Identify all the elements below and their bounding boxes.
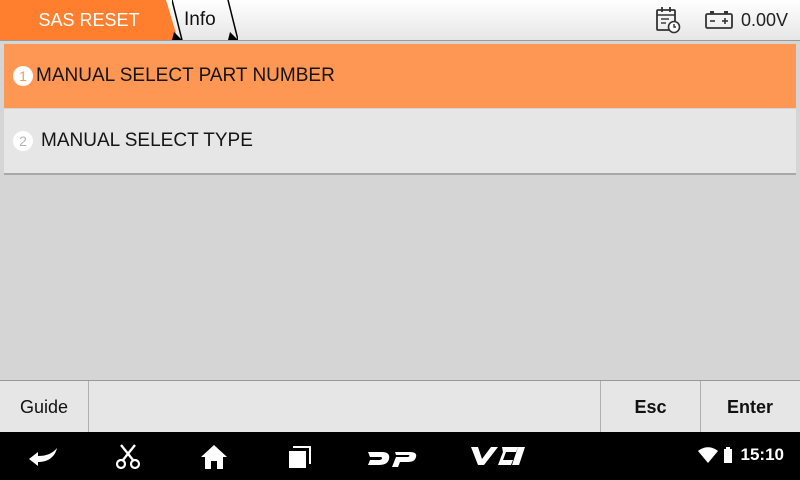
menu-item-part-number[interactable]: 1 MANUAL SELECT PART NUMBER <box>4 44 796 108</box>
menu-item-label: MANUAL SELECT TYPE <box>41 130 253 151</box>
vci-logo-icon[interactable] <box>470 445 526 467</box>
tab-sas-reset[interactable]: SAS RESET <box>0 0 178 40</box>
wifi-battery-status-icon <box>698 447 732 463</box>
menu-list: 1 MANUAL SELECT PART NUMBER 2 MANUAL SEL… <box>4 42 796 378</box>
app-window: SAS RESET Info 0.00V 1 MANUAL SELECT PAR… <box>0 0 800 433</box>
recent-apps-icon[interactable] <box>286 444 312 470</box>
battery-icon <box>705 11 733 29</box>
guide-button[interactable]: Guide <box>0 381 89 433</box>
system-nav-bar: 15:10 <box>0 432 800 480</box>
tab-info-label: Info <box>184 9 216 30</box>
menu-item-type[interactable]: 2 MANUAL SELECT TYPE <box>4 109 796 175</box>
scissors-icon[interactable] <box>114 442 142 470</box>
calendar-clock-icon[interactable] <box>655 5 681 35</box>
header-bar: SAS RESET Info 0.00V <box>0 0 800 41</box>
enter-button[interactable]: Enter <box>700 381 800 433</box>
tab-sas-reset-label: SAS RESET <box>38 10 140 30</box>
clock-time: 15:10 <box>740 445 784 464</box>
menu-item-label: MANUAL SELECT PART NUMBER <box>36 65 335 86</box>
tab-info[interactable]: Info <box>172 0 238 40</box>
dp-logo-icon[interactable] <box>366 446 418 468</box>
esc-button[interactable]: Esc <box>600 381 701 433</box>
menu-item-number: 2 <box>13 131 33 151</box>
voltage-readout: 0.00V <box>740 9 788 30</box>
home-icon[interactable] <box>199 443 229 471</box>
header-status: 0.00V <box>655 0 788 40</box>
action-bar: Guide Esc Enter <box>0 380 800 433</box>
back-icon[interactable] <box>26 444 60 468</box>
menu-item-number: 1 <box>13 66 33 86</box>
